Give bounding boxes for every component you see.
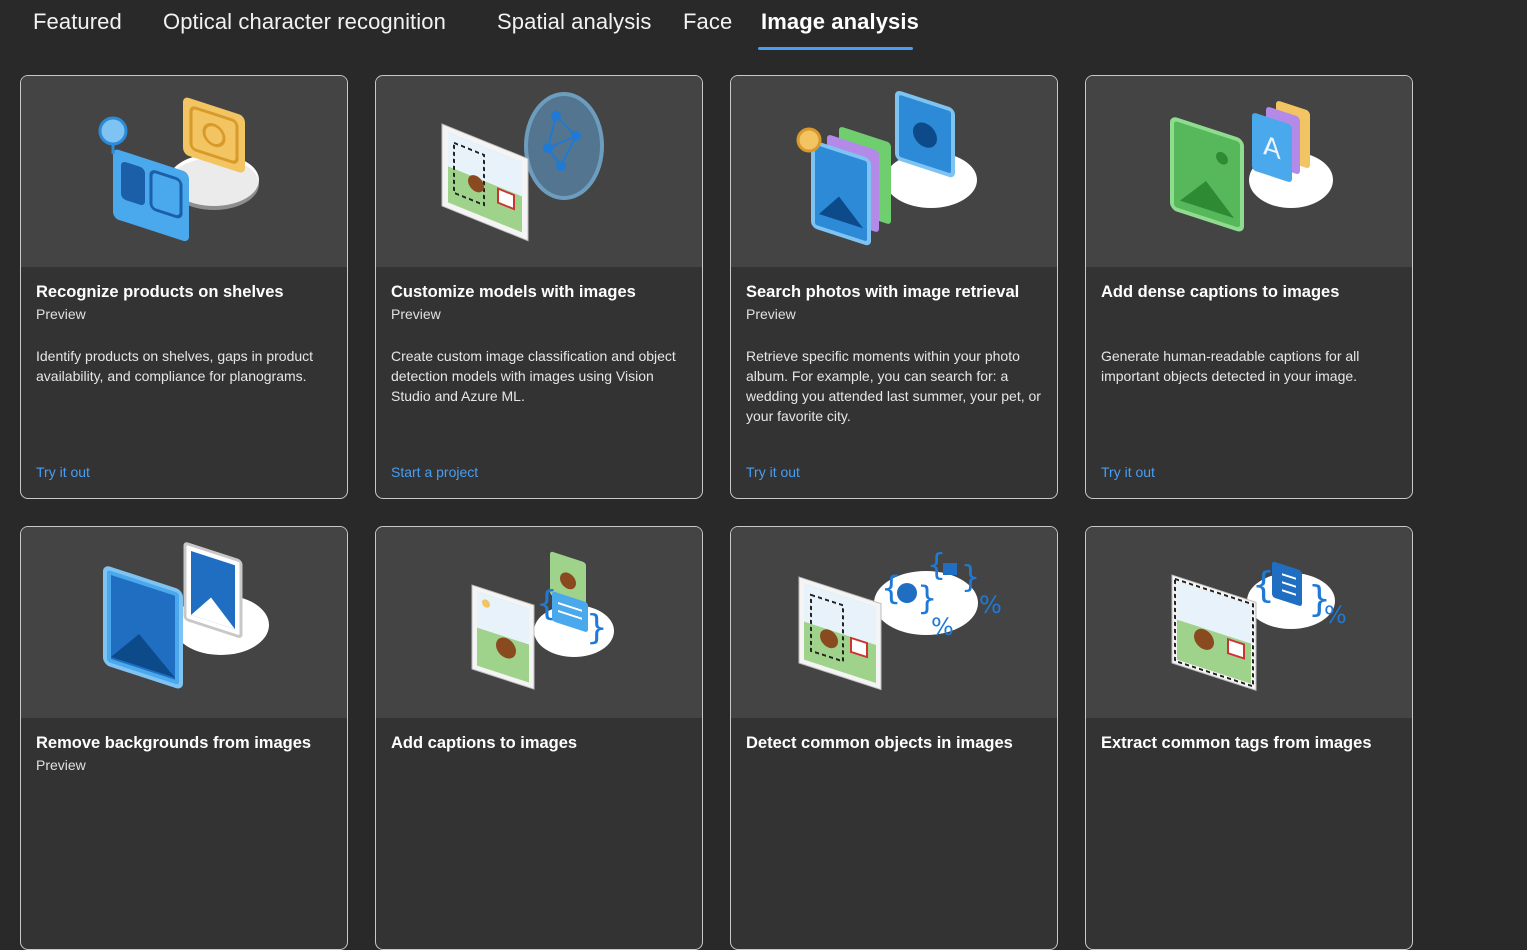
svg-text:{: { [881, 569, 901, 607]
card-title: Detect common objects in images [746, 734, 1013, 752]
start-a-project-link[interactable]: Start a project [391, 464, 478, 480]
card-image-retrieval[interactable]: Search photos with image retrieval Previ… [730, 75, 1058, 499]
card-title: Add captions to images [391, 734, 578, 752]
svg-text:}: } [961, 560, 980, 595]
card-customize-models[interactable]: Customize models with images Preview Cre… [375, 75, 703, 499]
card-description: Generate human-readable captions for all… [1101, 348, 1360, 384]
tab-face[interactable]: Face [683, 9, 732, 35]
preview-badge: Preview [36, 306, 86, 322]
card-description: Identify products on shelves, gaps in pr… [36, 348, 314, 384]
svg-text:A: A [1263, 130, 1282, 166]
tab-bar: Featured Optical character recognition S… [0, 0, 1527, 60]
card-detect-objects[interactable]: { } { } % % Detect common objects in ima… [730, 526, 1058, 950]
try-it-out-link[interactable]: Try it out [1101, 464, 1155, 480]
card-extract-tags[interactable]: { } % Extract common tags from images [1085, 526, 1413, 950]
card-description: Retrieve specific moments within your ph… [746, 348, 1041, 424]
preview-badge: Preview [36, 757, 86, 773]
remove-background-illustration [21, 527, 347, 718]
preview-badge: Preview [391, 306, 441, 322]
captions-illustration: { } [376, 527, 702, 718]
products-shelf-illustration [21, 76, 347, 267]
tab-image-analysis[interactable]: Image analysis [761, 9, 919, 35]
try-it-out-link[interactable]: Try it out [36, 464, 90, 480]
active-tab-indicator [758, 47, 913, 50]
svg-text:}: } [586, 608, 608, 648]
image-retrieval-illustration [731, 76, 1057, 267]
card-add-captions[interactable]: { } Add captions to images [375, 526, 703, 950]
card-recognize-products[interactable]: Recognize products on shelves Preview Id… [20, 75, 348, 499]
card-title: Customize models with images [391, 283, 636, 301]
card-title: Recognize products on shelves [36, 283, 284, 301]
card-description: Create custom image classification and o… [391, 348, 676, 404]
tab-optical-character-recognition[interactable]: Optical character recognition [163, 9, 446, 35]
try-it-out-link[interactable]: Try it out [746, 464, 800, 480]
svg-text:{: { [1252, 565, 1275, 606]
card-title: Search photos with image retrieval [746, 283, 1020, 301]
preview-badge: Preview [746, 306, 796, 322]
dense-captions-illustration: A [1086, 76, 1412, 267]
custom-model-illustration [376, 76, 702, 267]
svg-text:}: } [917, 579, 937, 617]
card-title: Add dense captions to images [1101, 283, 1340, 301]
tab-featured[interactable]: Featured [33, 9, 122, 35]
card-remove-backgrounds[interactable]: Remove backgrounds from images Preview [20, 526, 348, 950]
tab-spatial-analysis[interactable]: Spatial analysis [497, 9, 651, 35]
object-detection-illustration: { } { } % % [731, 527, 1057, 718]
svg-text:%: % [931, 613, 954, 641]
tags-illustration: { } % [1086, 527, 1412, 718]
card-title: Extract common tags from images [1101, 734, 1372, 752]
card-title: Remove backgrounds from images [36, 734, 312, 752]
svg-text:%: % [1324, 601, 1347, 629]
card-dense-captions[interactable]: A Add dense captions to images Generate … [1085, 75, 1413, 499]
svg-text:%: % [979, 591, 1002, 619]
